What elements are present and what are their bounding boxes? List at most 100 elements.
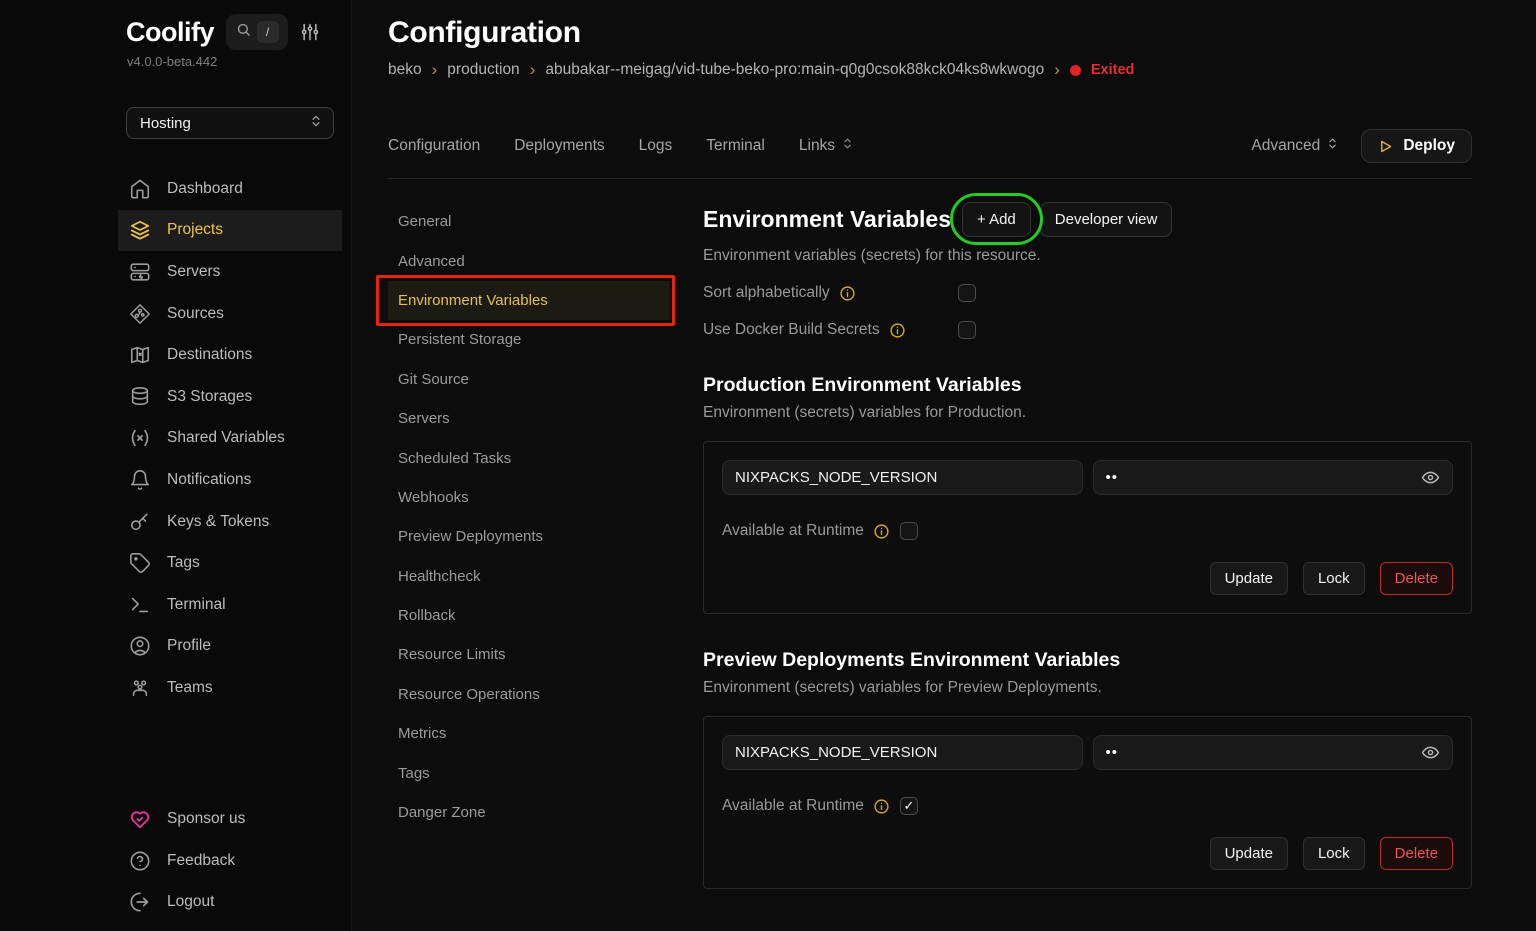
settings-nav-metrics[interactable]: Metrics <box>388 714 670 753</box>
sort-alphabetically-checkbox[interactable] <box>958 284 976 302</box>
settings-nav-resource-limits[interactable]: Resource Limits <box>388 635 670 674</box>
lock-button[interactable]: Lock <box>1303 837 1365 870</box>
breadcrumb-project[interactable]: beko <box>388 61 422 79</box>
sidebar-item-label: Shared Variables <box>167 429 285 447</box>
preview-variable-card: •• Available at Runtime ✓ Update Lock <box>703 716 1472 889</box>
variable-value-input[interactable]: •• <box>1093 460 1454 495</box>
settings-nav-servers[interactable]: Servers <box>388 399 670 438</box>
add-button[interactable]: + Add <box>962 202 1031 237</box>
tab-divider <box>388 178 1472 179</box>
status-badge: Exited <box>1091 62 1135 78</box>
tab-configuration[interactable]: Configuration <box>388 137 480 155</box>
lock-button[interactable]: Lock <box>1303 562 1365 595</box>
settings-nav-git-source[interactable]: Git Source <box>388 360 670 399</box>
advanced-dropdown[interactable]: Advanced <box>1251 137 1339 155</box>
sidebar-item-teams[interactable]: Teams <box>118 667 342 709</box>
sidebar-item-dashboard[interactable]: Dashboard <box>118 168 342 210</box>
team-selector-value: Hosting <box>140 115 191 132</box>
chevrons-up-down-icon <box>1326 137 1339 155</box>
tab-links[interactable]: Links <box>799 137 854 155</box>
variable-key-input[interactable] <box>722 735 1083 770</box>
runtime-label: Available at Runtime <box>722 522 864 540</box>
settings-nav-general[interactable]: General <box>388 202 670 241</box>
sidebar-item-tags[interactable]: Tags <box>118 542 342 584</box>
tab-deployments[interactable]: Deployments <box>514 137 604 155</box>
developer-view-button[interactable]: Developer view <box>1040 202 1173 237</box>
settings-nav-persistent-storage[interactable]: Persistent Storage <box>388 320 670 359</box>
logout-icon <box>129 891 151 913</box>
sidebar-item-destinations[interactable]: Destinations <box>118 334 342 376</box>
sidebar-item-s3-storages[interactable]: S3 Storages <box>118 376 342 418</box>
update-button[interactable]: Update <box>1210 562 1288 595</box>
page-title: Configuration <box>388 16 1472 50</box>
tab-logs[interactable]: Logs <box>639 137 673 155</box>
sidebar-item-profile[interactable]: Profile <box>118 626 342 668</box>
sidebar-item-sources[interactable]: Sources <box>118 293 342 335</box>
sidebar-item-servers[interactable]: Servers <box>118 251 342 293</box>
deploy-button-label: Deploy <box>1403 137 1455 155</box>
key-icon <box>129 511 151 533</box>
settings-nav-healthcheck[interactable]: Healthcheck <box>388 557 670 596</box>
runtime-row: Available at Runtime ✓ <box>722 797 1453 815</box>
settings-nav-tags[interactable]: Tags <box>388 753 670 792</box>
breadcrumb-environment[interactable]: production <box>447 61 519 79</box>
settings-nav-preview-deployments[interactable]: Preview Deployments <box>388 517 670 556</box>
sidebar-item-feedback[interactable]: Feedback <box>118 840 342 882</box>
eye-icon[interactable] <box>1421 468 1440 487</box>
chevrons-up-down-icon <box>841 137 854 155</box>
sidebar: Coolify / v4.0.0-beta.442 Hosting Dashbo… <box>0 0 352 931</box>
delete-button[interactable]: Delete <box>1380 562 1453 595</box>
runtime-checkbox[interactable]: ✓ <box>900 797 918 815</box>
masked-value: •• <box>1106 469 1119 486</box>
runtime-row: Available at Runtime <box>722 522 1453 540</box>
settings-nav-advanced[interactable]: Advanced <box>388 241 670 280</box>
sidebar-item-keys-tokens[interactable]: Keys & Tokens <box>118 501 342 543</box>
settings-nav-rollback[interactable]: Rollback <box>388 596 670 635</box>
sidebar-item-sponsor[interactable]: Sponsor us <box>118 798 342 840</box>
variable-key-input[interactable] <box>722 460 1083 495</box>
users-icon <box>129 677 151 699</box>
settings-nav-danger-zone[interactable]: Danger Zone <box>388 793 670 832</box>
sidebar-nav: Dashboard Projects Servers Sources Desti… <box>118 168 342 709</box>
delete-button[interactable]: Delete <box>1380 837 1453 870</box>
eye-icon[interactable] <box>1421 743 1440 762</box>
sidebar-item-label: S3 Storages <box>167 388 252 406</box>
sidebar-item-label: Dashboard <box>167 180 243 198</box>
sidebar-item-notifications[interactable]: Notifications <box>118 459 342 501</box>
sidebar-item-shared-variables[interactable]: Shared Variables <box>118 418 342 460</box>
deploy-button[interactable]: Deploy <box>1361 129 1472 163</box>
app-logo: Coolify <box>126 17 214 48</box>
search-button[interactable]: / <box>226 14 288 50</box>
production-section-title: Production Environment Variables <box>703 374 1472 397</box>
docker-build-secrets-checkbox[interactable] <box>958 321 976 339</box>
sidebar-item-label: Feedback <box>167 852 235 870</box>
settings-nav-webhooks[interactable]: Webhooks <box>388 478 670 517</box>
tab-terminal[interactable]: Terminal <box>706 137 765 155</box>
sidebar-item-logout[interactable]: Logout <box>118 881 342 923</box>
breadcrumb: beko › production › abubakar--meigag/vid… <box>388 61 1472 79</box>
settings-nav: General Advanced Environment Variables P… <box>388 202 703 889</box>
sidebar-item-projects[interactable]: Projects <box>118 210 342 252</box>
settings-nav-resource-operations[interactable]: Resource Operations <box>388 675 670 714</box>
runtime-checkbox[interactable] <box>900 522 918 540</box>
preview-section-title: Preview Deployments Environment Variable… <box>703 649 1472 672</box>
settings-nav-environment-variables[interactable]: Environment Variables <box>388 281 670 320</box>
update-button[interactable]: Update <box>1210 837 1288 870</box>
info-icon <box>873 523 890 540</box>
status-dot-icon <box>1070 65 1081 76</box>
docker-build-secrets-row: Use Docker Build Secrets <box>703 321 1472 339</box>
sidebar-item-label: Sources <box>167 305 224 323</box>
sidebar-item-label: Logout <box>167 893 214 911</box>
breadcrumb-resource[interactable]: abubakar--meigag/vid-tube-beko-pro:main-… <box>545 61 1044 79</box>
settings-sliders-icon[interactable] <box>300 22 320 42</box>
git-source-icon <box>129 303 151 325</box>
info-icon <box>889 322 906 339</box>
env-title: Environment Variables <box>703 206 951 233</box>
sidebar-item-label: Terminal <box>167 596 226 614</box>
team-selector[interactable]: Hosting <box>126 107 334 139</box>
brand-row: Coolify / <box>0 14 351 50</box>
settings-nav-scheduled-tasks[interactable]: Scheduled Tasks <box>388 438 670 477</box>
sidebar-item-terminal[interactable]: Terminal <box>118 584 342 626</box>
sidebar-item-label: Servers <box>167 263 220 281</box>
variable-value-input[interactable]: •• <box>1093 735 1454 770</box>
